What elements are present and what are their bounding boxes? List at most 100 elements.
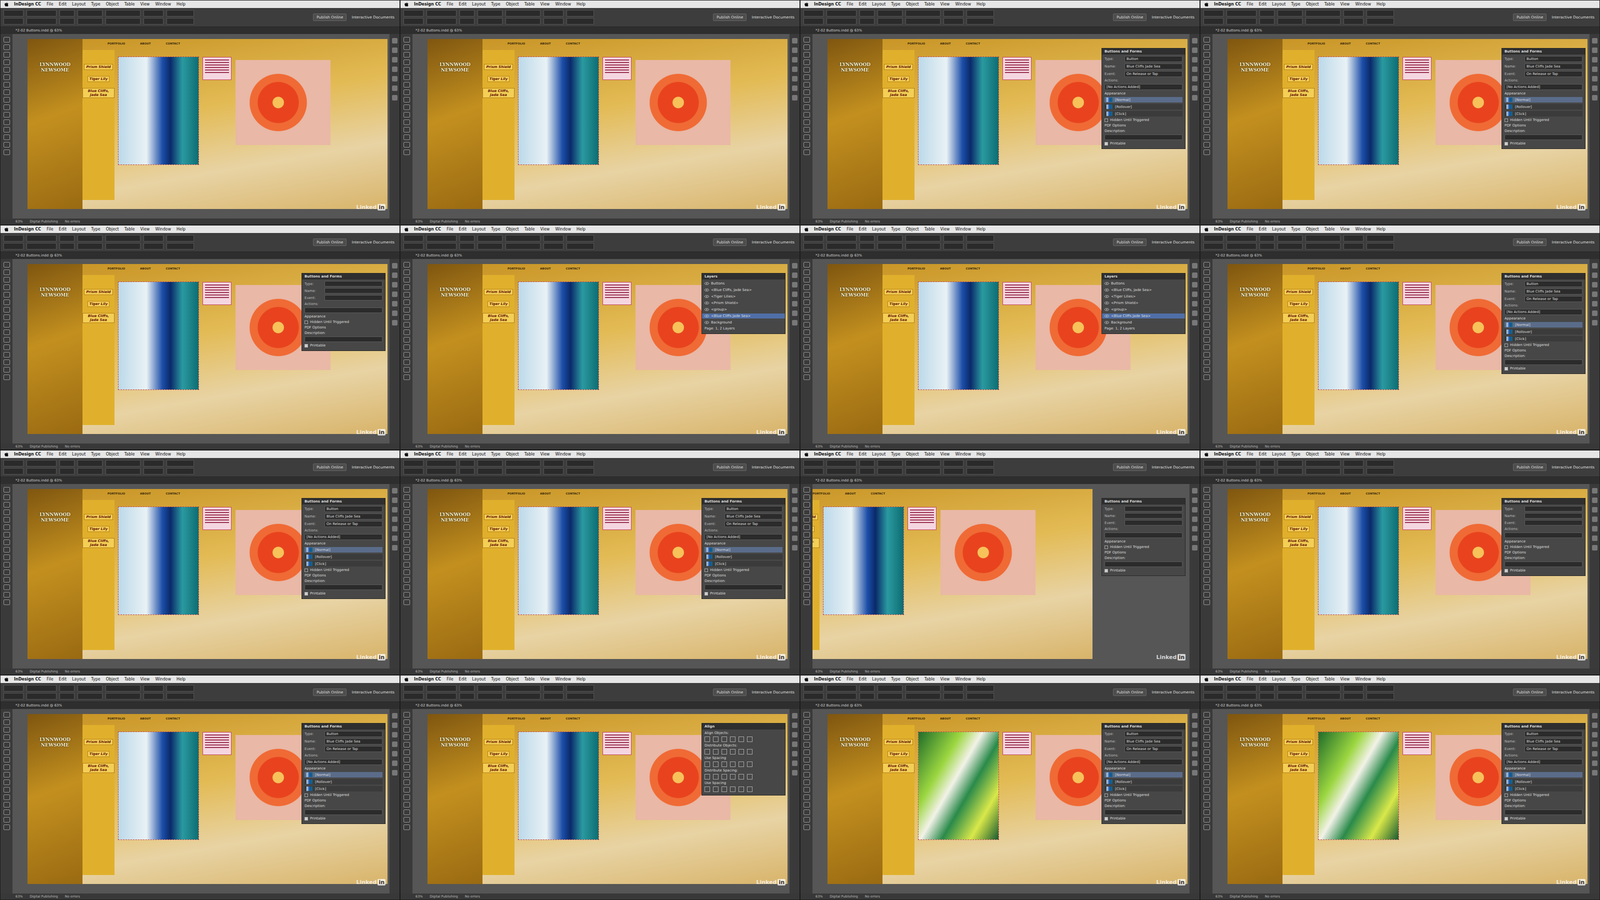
panel-field[interactable]: Blue Cliffs Jade Sea <box>324 513 383 520</box>
tool-icon[interactable] <box>1203 802 1210 808</box>
canvas[interactable]: LYNNWOOD NEWSOMEPORTFOLIOABOUTCONTACTPri… <box>12 34 390 219</box>
tool-icon[interactable] <box>403 262 410 268</box>
layer-row[interactable]: <Blue Cliffs Jade Sea> <box>1102 313 1185 319</box>
menu-item[interactable]: Table <box>524 452 535 457</box>
tool-icon[interactable] <box>403 502 410 508</box>
control-field[interactable] <box>826 460 857 467</box>
dock-icon[interactable] <box>1592 488 1598 494</box>
control-field[interactable] <box>143 460 164 467</box>
panel-field[interactable]: Blue Cliffs Jade Sea <box>1524 738 1583 745</box>
tool-icon[interactable] <box>803 262 810 268</box>
control-field[interactable] <box>943 468 964 475</box>
tool-icon[interactable] <box>3 352 10 358</box>
control-field[interactable] <box>3 243 24 250</box>
dock-icon[interactable] <box>392 320 398 326</box>
canvas[interactable]: LYNNWOOD NEWSOMEPORTFOLIOABOUTCONTACTPri… <box>12 484 390 669</box>
tool-icon[interactable] <box>1203 779 1210 785</box>
tool-icon[interactable] <box>403 359 410 365</box>
tool-icon[interactable] <box>3 344 10 350</box>
menu-item[interactable]: View <box>1340 452 1350 457</box>
dock-icon[interactable] <box>392 310 398 316</box>
nav-label[interactable]: PORTFOLIO <box>107 717 125 720</box>
panel-header[interactable]: Buttons and Forms <box>1502 273 1585 280</box>
control-field[interactable] <box>1277 10 1303 17</box>
menu-item[interactable]: Help <box>976 677 986 682</box>
publish-online-button[interactable]: Publish Online <box>313 463 347 471</box>
dock-icon[interactable] <box>792 526 798 532</box>
control-field[interactable] <box>105 243 141 250</box>
tool-icon[interactable] <box>3 719 10 725</box>
control-field[interactable] <box>905 10 941 17</box>
control-field[interactable] <box>426 460 457 467</box>
control-field[interactable] <box>166 18 194 25</box>
dock-icon[interactable] <box>792 263 798 269</box>
control-field[interactable] <box>1277 18 1303 25</box>
dock-icon[interactable] <box>1192 722 1198 728</box>
dock-icon[interactable] <box>792 291 798 297</box>
appearance-state[interactable]: [Normal] <box>704 547 783 553</box>
description-field[interactable] <box>1502 134 1585 140</box>
tool-icon[interactable] <box>403 742 410 748</box>
dock-icon[interactable] <box>792 507 798 513</box>
control-field[interactable] <box>1305 235 1341 242</box>
tool-icon[interactable] <box>3 307 10 313</box>
workspace-switcher[interactable]: Interactive Documents <box>1149 464 1197 471</box>
painting[interactable] <box>1318 57 1399 165</box>
panel-field[interactable]: Blue Cliffs Jade Sea <box>1124 738 1183 745</box>
control-field[interactable] <box>1343 468 1364 475</box>
dock-icon[interactable] <box>792 76 798 82</box>
workspace-switcher[interactable]: Interactive Documents <box>1149 689 1197 696</box>
painting[interactable] <box>918 282 999 390</box>
tool-icon[interactable] <box>403 367 410 373</box>
canvas[interactable]: LYNNWOOD NEWSOMEPORTFOLIOABOUTCONTACTPri… <box>812 484 1190 669</box>
panel-field[interactable]: Blue Cliffs Jade Sea <box>324 738 383 745</box>
control-field[interactable] <box>26 10 57 17</box>
nav-label[interactable]: ABOUT <box>1340 492 1351 495</box>
control-field[interactable] <box>1343 693 1364 700</box>
dock-icon[interactable] <box>1592 95 1598 101</box>
panel-header[interactable]: Buttons and Forms <box>1102 723 1185 730</box>
control-field[interactable] <box>1366 460 1394 467</box>
app-name[interactable]: InDesign CC <box>1214 2 1241 7</box>
menu-item[interactable]: Layout <box>1272 227 1286 232</box>
workspace-switcher[interactable]: Interactive Documents <box>1549 239 1597 246</box>
layer-row[interactable]: Background <box>1102 320 1185 325</box>
tool-icon[interactable] <box>3 67 10 73</box>
tool-icon[interactable] <box>403 727 410 733</box>
menu-item[interactable]: Object <box>1306 227 1319 232</box>
dock-icon[interactable] <box>392 722 398 728</box>
align-option-icon[interactable] <box>738 749 744 755</box>
menu-item[interactable]: Layout <box>1272 452 1286 457</box>
menu-item[interactable]: Layout <box>72 2 86 7</box>
tool-icon[interactable] <box>3 149 10 155</box>
apple-icon[interactable] <box>404 2 409 7</box>
menu-item[interactable]: Object <box>506 227 519 232</box>
dock-icon[interactable] <box>792 741 798 747</box>
menu-item[interactable]: Edit <box>859 2 867 7</box>
panel-field[interactable]: On Release or Tap <box>1524 71 1583 77</box>
menu-item[interactable]: Edit <box>59 452 67 457</box>
menu-item[interactable]: Window <box>1355 677 1371 682</box>
painting[interactable] <box>918 732 999 840</box>
nav-label[interactable]: CONTACT <box>965 42 980 45</box>
appearance-state[interactable]: [Click] <box>1504 111 1583 117</box>
tool-icon[interactable] <box>403 322 410 328</box>
tool-icon[interactable] <box>403 37 410 43</box>
menu-item[interactable]: View <box>540 677 550 682</box>
menu-item[interactable]: File <box>446 677 453 682</box>
publish-online-button[interactable]: Publish Online <box>1513 688 1547 696</box>
control-field[interactable] <box>1277 468 1303 475</box>
control-field[interactable] <box>143 685 164 692</box>
flower-painting[interactable] <box>635 60 731 145</box>
menu-item[interactable]: Table <box>124 452 135 457</box>
title-button[interactable]: Prism Shield <box>84 64 113 70</box>
control-field[interactable] <box>59 235 75 242</box>
control-field[interactable] <box>1343 235 1364 242</box>
title-button[interactable]: Blue Cliffs, Jade Sea <box>1282 538 1315 548</box>
app-name[interactable]: InDesign CC <box>814 227 841 232</box>
menu-item[interactable]: Table <box>524 227 535 232</box>
apple-icon[interactable] <box>804 452 809 457</box>
tool-icon[interactable] <box>403 292 410 298</box>
menu-item[interactable]: File <box>846 677 853 682</box>
dock-icon[interactable] <box>392 507 398 513</box>
